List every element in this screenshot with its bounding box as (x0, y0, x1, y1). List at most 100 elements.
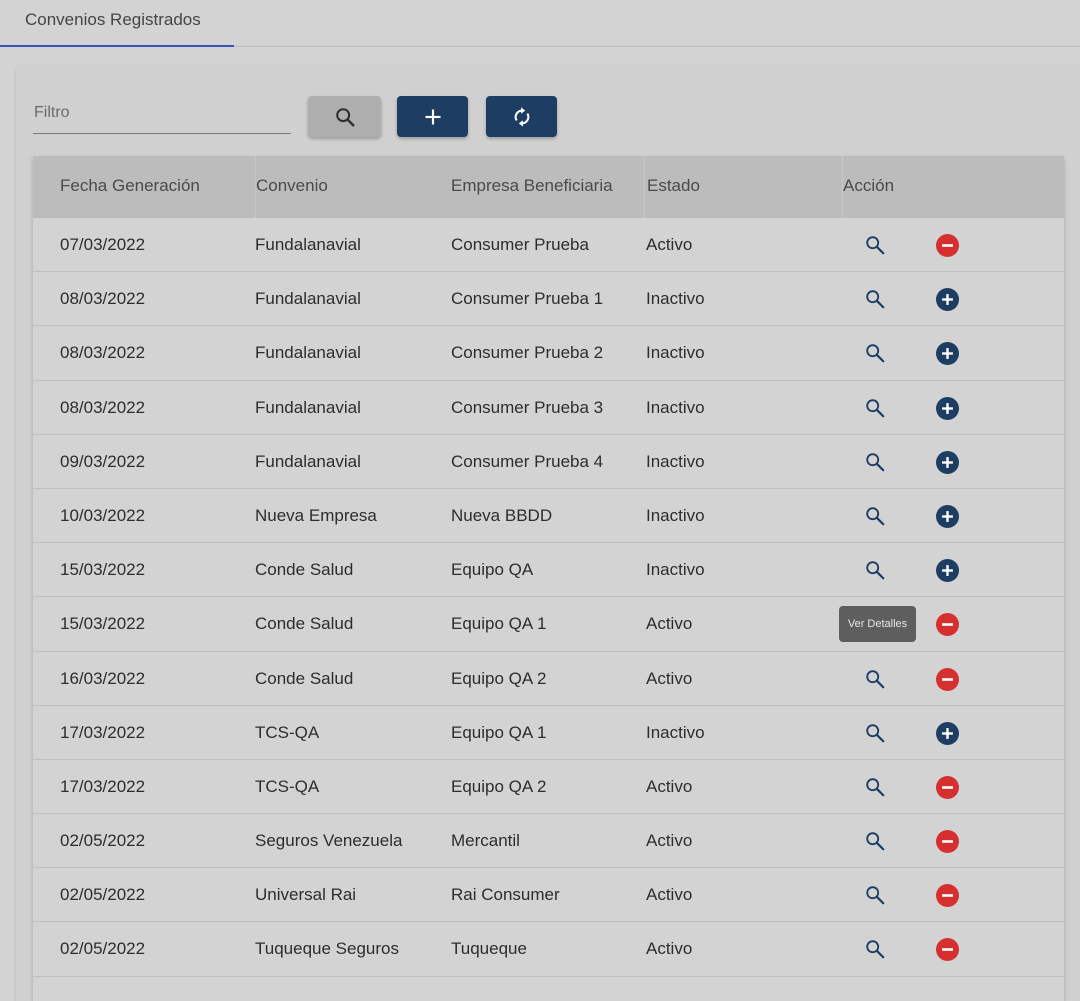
header-fecha-generacion[interactable]: Fecha Generación (33, 156, 255, 218)
cell-convenio: Seguros Venezuela (255, 831, 403, 851)
cell-fecha: 17/03/2022 (60, 722, 146, 742)
view-details-button[interactable] (863, 233, 887, 257)
cell-empresa: Consumer Prueba 3 (451, 397, 604, 417)
cell-fecha: 16/03/2022 (60, 668, 146, 688)
table-row: 16/03/2022 Conde Salud Equipo QA 2 Activo (33, 652, 1064, 706)
activate-button[interactable] (936, 288, 959, 312)
cell-empresa: Equipo QA 1 (451, 614, 547, 634)
view-details-button[interactable] (863, 937, 887, 961)
cell-estado: Activo (646, 885, 693, 905)
minus-icon (942, 948, 953, 952)
table-row: 07/03/2022 Fundalanavial Consumer Prueba Ac… (33, 218, 1064, 273)
cell-convenio: Conde Salud (255, 560, 354, 580)
view-details-button[interactable] (863, 341, 887, 365)
filter-field[interactable] (33, 96, 291, 134)
header-estado[interactable]: Estado (644, 156, 842, 218)
activate-button[interactable] (936, 559, 959, 583)
cell-estado: Activo (646, 776, 693, 796)
view-details-button[interactable] (863, 558, 887, 582)
header-convenio[interactable]: Convenio (255, 156, 451, 218)
search-icon (866, 507, 885, 526)
activate-button[interactable] (936, 342, 959, 366)
plus-icon (425, 109, 440, 124)
deactivate-button[interactable] (936, 234, 959, 257)
minus-icon (942, 786, 953, 789)
deactivate-button[interactable] (936, 884, 959, 908)
minus-icon (942, 244, 953, 247)
view-details-button[interactable] (863, 504, 887, 528)
cell-fecha: 07/03/2022 (60, 235, 146, 254)
activate-button[interactable] (936, 721, 959, 745)
search-icon (866, 290, 885, 309)
refresh-button[interactable] (486, 96, 557, 137)
cell-estado: Activo (646, 831, 693, 851)
deactivate-button[interactable] (936, 667, 959, 691)
cell-fecha: 08/03/2022 (60, 397, 146, 417)
view-details-button[interactable] (863, 721, 887, 745)
tab-convenios-registrados[interactable]: Convenios Registrados (0, 0, 234, 47)
view-details-button[interactable] (863, 775, 887, 799)
table-row: 08/03/2022 Fundalanavial Consumer Prueba 3… (33, 381, 1064, 435)
cell-estado: Inactivo (646, 343, 705, 363)
table-row: 15/03/2022 Conde Salud Equipo QA Inactivo (33, 543, 1064, 598)
search-icon (866, 398, 885, 417)
header-accion: Acción (842, 156, 1064, 218)
view-details-button[interactable] (863, 450, 887, 474)
table-row: 02/05/2022 Tuqueque Seguros Tuqueque Activo (33, 922, 1064, 977)
table-body: 07/03/2022 Fundalanavial Consumer Prueba Ac… (33, 218, 1064, 977)
cell-fecha: 08/03/2022 (60, 289, 146, 309)
search-button[interactable] (308, 96, 381, 137)
search-icon (866, 886, 885, 905)
cell-empresa: Equipo QA (451, 560, 534, 580)
cell-convenio: TCS-QA (255, 722, 320, 742)
activate-button[interactable] (936, 504, 959, 528)
cell-empresa: Consumer Prueba 4 (451, 451, 604, 471)
cell-empresa: Consumer Prueba 2 (451, 343, 604, 363)
add-button[interactable] (397, 96, 468, 137)
deactivate-button[interactable] (936, 775, 959, 799)
view-details-button[interactable] (863, 883, 887, 907)
view-details-button[interactable] (863, 287, 887, 311)
cell-fecha: 08/03/2022 (60, 343, 146, 363)
cell-estado: Inactivo (646, 451, 705, 471)
table-row: 02/05/2022 Seguros Venezuela Mercantil Acti… (33, 814, 1064, 869)
plus-icon (942, 294, 953, 306)
convenios-table: Fecha Generación Convenio Empresa Benefi… (33, 156, 1064, 1001)
plus-icon (942, 348, 953, 360)
search-icon (866, 344, 885, 363)
cell-convenio: TCS-QA (255, 776, 320, 796)
view-details-button[interactable] (863, 829, 887, 853)
filter-input[interactable] (33, 96, 291, 133)
plus-icon (942, 511, 953, 522)
deactivate-button[interactable] (936, 938, 959, 962)
cell-fecha: 15/03/2022 (60, 614, 146, 634)
cell-estado: Activo (646, 668, 693, 688)
cell-estado: Inactivo (646, 397, 705, 417)
deactivate-button[interactable] (936, 613, 959, 637)
activate-button[interactable] (936, 450, 959, 474)
cell-estado: Inactivo (646, 505, 705, 525)
refresh-icon (514, 106, 529, 127)
cell-empresa: Consumer Prueba (451, 235, 589, 254)
plus-icon (942, 727, 953, 739)
cell-empresa: Equipo QA 2 (451, 668, 547, 688)
view-details-button[interactable] (863, 667, 887, 691)
plus-icon (942, 565, 953, 577)
cell-fecha: 02/05/2022 (60, 885, 146, 905)
header-empresa-beneficiaria[interactable]: Empresa Beneficiaria (451, 156, 644, 218)
search-icon (866, 236, 885, 255)
cell-convenio: Fundalanavial (255, 289, 361, 309)
cell-convenio: Nueva Empresa (255, 505, 377, 525)
cell-convenio: Fundalanavial (255, 451, 361, 471)
cell-fecha: 09/03/2022 (60, 451, 146, 471)
cell-convenio: Fundalanavial (255, 397, 361, 417)
search-icon (866, 453, 885, 472)
view-details-button[interactable] (863, 396, 887, 420)
search-icon (866, 832, 885, 851)
search-icon (866, 561, 885, 580)
search-icon (866, 723, 885, 743)
activate-button[interactable] (936, 396, 959, 420)
deactivate-button[interactable] (936, 830, 959, 854)
search-icon (866, 669, 885, 688)
cell-empresa: Equipo QA 2 (451, 776, 547, 796)
